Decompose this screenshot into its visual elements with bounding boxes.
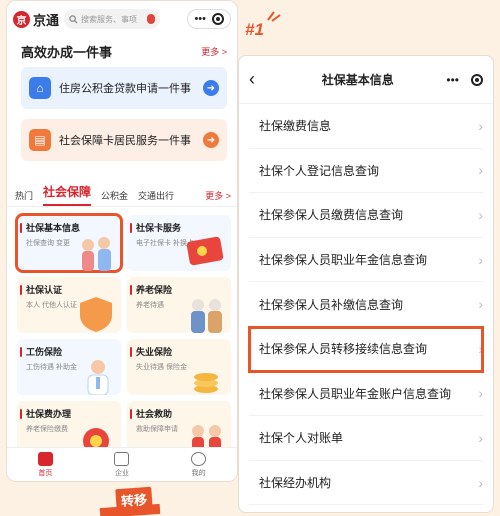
tab-hot[interactable]: 热门 (15, 189, 33, 206)
house-icon: ⌂ (29, 77, 51, 99)
arrow-right-icon: ➜ (203, 132, 219, 148)
home-screen: 京 京通 搜索服务、事项 ••• 高效办成一件事 更多 > ⌂ 住房公积金贷款申… (6, 0, 238, 482)
chevron-right-icon: › (478, 385, 483, 402)
close-target-icon[interactable] (212, 13, 224, 25)
list-item-label: 社保参保人员补缴信息查询 (259, 297, 404, 312)
search-input[interactable]: 搜索服务、事项 (64, 9, 161, 29)
nav-label: 我的 (191, 469, 206, 477)
page-title: 社保基本信息 (321, 73, 394, 87)
tab-social-security[interactable]: 社会保障 (43, 183, 92, 206)
chevron-right-icon: › (478, 296, 483, 313)
family-illustration-icon (82, 237, 111, 271)
tile-unemployment-insurance[interactable]: 失业保险 失业待遇 保险金 (127, 339, 231, 395)
nav-enterprise[interactable]: 企业 (114, 451, 130, 478)
chevron-right-icon: › (478, 429, 483, 446)
nav-label: 企业 (114, 469, 129, 477)
social-security-card-service-card[interactable]: ▤ 社会保障卡居民服务一件事 ➜ (21, 119, 227, 161)
tile-work-injury-insurance[interactable]: 工伤保险 工伤待遇 补助金 (17, 339, 121, 395)
basic-info-screen: ‹ 社保基本信息 ••• 社保缴费信息 › 社保个人登记信息查询 › 社保参保人员缴… (238, 55, 494, 513)
list-item-label: 社保参保人员职业年金账户信息查询 (259, 386, 452, 401)
list-item-contribution-query[interactable]: 社保参保人员缴费信息查询 › (249, 193, 483, 238)
doctor-icon (87, 360, 109, 395)
list-item-label: 社保个人对账单 (259, 431, 344, 446)
tile-social-security-basic-info[interactable]: 社保基本信息 社保查询 变更 (15, 213, 123, 273)
service-grid: 社保基本信息 社保查询 变更 社保卡服务 电子社保卡 补换卡 社保认证 本人 代… (7, 207, 237, 457)
list-item-payment-info[interactable]: 社保缴费信息 › (249, 104, 483, 149)
bottom-navigation: 首页 企业 我的 (7, 447, 237, 481)
app-name: 京通 (33, 12, 60, 28)
card-label: 住房公积金贷款申请一件事 (59, 83, 191, 95)
category-tabs: 热门 社会保障 公积金 交通出行 更多 > (7, 185, 237, 207)
card-label: 社会保障卡居民服务一件事 (59, 135, 191, 147)
list-item-back-payment-query[interactable]: 社保参保人员补缴信息查询 › (249, 282, 483, 327)
query-list: 社保缴费信息 › 社保个人登记信息查询 › 社保参保人员缴费信息查询 › 社保参保人员… (239, 104, 493, 506)
list-item-label: 社保参保人员转移接续信息查询 (259, 342, 428, 357)
arrow-right-icon: ➜ (203, 80, 219, 96)
list-item-registration-query[interactable]: 社保个人登记信息查询 › (249, 149, 483, 194)
social-security-card-icon (186, 236, 224, 266)
list-item-label: 社保经办机构 (259, 476, 332, 491)
list-item-agency[interactable]: 社保经办机构 › (249, 461, 483, 506)
nav-header: ‹ 社保基本信息 ••• (239, 56, 493, 104)
tile-social-security-card-service[interactable]: 社保卡服务 电子社保卡 补换卡 (127, 215, 231, 271)
search-icon (69, 14, 78, 24)
tab-transport[interactable]: 交通出行 (138, 189, 174, 206)
chevron-right-icon: › (478, 162, 483, 179)
close-target-icon[interactable] (471, 73, 483, 86)
top-bar: 京 京通 搜索服务、事项 ••• (7, 1, 237, 37)
more-options-icon[interactable]: ••• (194, 13, 206, 25)
section-more-link[interactable]: 更多 > (201, 45, 227, 58)
list-item-annuity-account-query[interactable]: 社保参保人员职业年金账户信息查询 › (249, 372, 483, 417)
chevron-right-icon: › (478, 206, 483, 223)
microphone-icon[interactable] (147, 14, 156, 24)
chevron-right-icon: › (478, 474, 483, 491)
nav-label: 首页 (38, 469, 53, 477)
tile-social-security-certification[interactable]: 社保认证 本人 代他人认证 (17, 277, 121, 333)
back-arrow-icon[interactable]: ‹ (249, 69, 269, 90)
search-placeholder: 搜索服务、事项 (81, 14, 138, 24)
tile-pension-insurance[interactable]: 养老保险 养老待遇 (127, 277, 231, 333)
user-icon (191, 451, 207, 466)
mini-program-capsule: ••• (187, 9, 231, 29)
certification-shield-icon (80, 297, 112, 332)
nav-home[interactable]: 首页 (37, 451, 53, 478)
list-item-label: 社保参保人员缴费信息查询 (259, 208, 404, 223)
home-icon (37, 451, 53, 466)
list-item-occupational-annuity-query[interactable]: 社保参保人员职业年金信息查询 › (249, 238, 483, 283)
list-item-label: 社保个人登记信息查询 (259, 163, 380, 178)
more-options-icon[interactable]: ••• (446, 73, 459, 87)
tab-housing-fund[interactable]: 公积金 (101, 189, 128, 206)
card-icon: ▤ (29, 129, 51, 151)
transfer-sticker: 转移 (115, 486, 153, 513)
chevron-right-icon: › (478, 340, 483, 357)
list-item-label: 社保缴费信息 (259, 119, 332, 134)
tab-more[interactable]: 更多 > (205, 189, 231, 206)
coins-icon (194, 373, 218, 393)
header-actions: ••• (446, 73, 483, 87)
jingtong-logo-icon: 京 (13, 10, 30, 28)
elderly-couple-icon (191, 299, 222, 333)
app-logo: 京 京通 (13, 10, 59, 29)
chevron-right-icon: › (478, 251, 483, 268)
housing-fund-loan-card[interactable]: ⌂ 住房公积金贷款申请一件事 ➜ (21, 67, 227, 109)
section-header: 高效办成一件事 更多 > (7, 37, 237, 61)
chevron-right-icon: › (478, 117, 483, 134)
nav-mine[interactable]: 我的 (191, 451, 207, 478)
list-item-personal-statement[interactable]: 社保个人对账单 › (249, 416, 483, 461)
list-item-label: 社保参保人员职业年金信息查询 (259, 253, 428, 268)
section-title: 高效办成一件事 (21, 44, 113, 60)
list-item-transfer-query[interactable]: 社保参保人员转移接续信息查询 › (248, 325, 484, 373)
step-number: #1 (245, 20, 264, 39)
emphasis-marks-icon (267, 11, 281, 22)
building-icon (114, 451, 130, 466)
